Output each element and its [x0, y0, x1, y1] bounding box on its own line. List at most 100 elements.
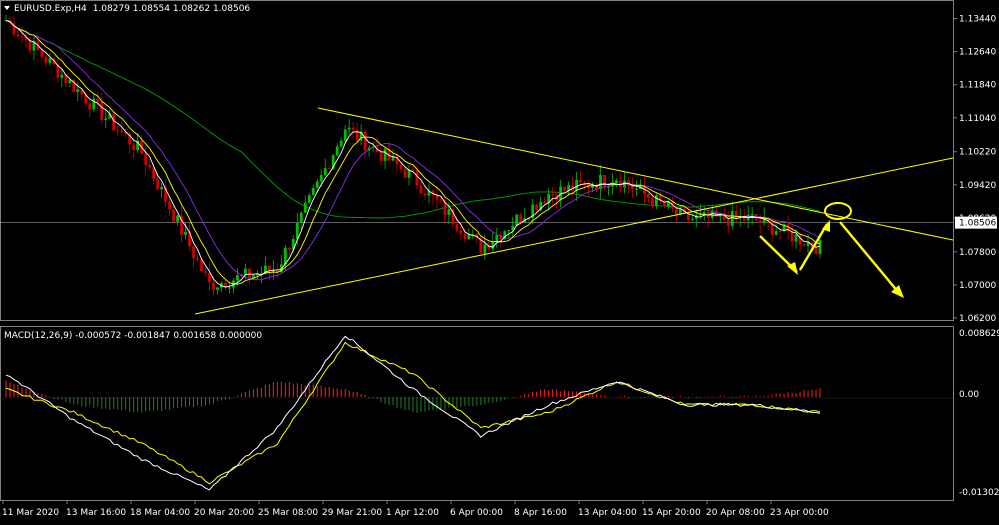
candle-body — [228, 287, 231, 289]
candle-body — [343, 129, 347, 141]
lower-trendline[interactable] — [194, 157, 954, 315]
time-tick-label: 1 Apr 12:00 — [386, 508, 439, 518]
candle-body — [403, 169, 407, 178]
candle-body — [168, 201, 171, 210]
candles-layer — [4, 15, 822, 296]
candle-body — [92, 98, 96, 110]
symbol-header: EURUSD.Exp,H4 1.08279 1.08554 1.08262 1.0… — [14, 4, 250, 14]
candle-body — [315, 181, 319, 188]
time-tick-label: 18 Mar 04:00 — [130, 508, 190, 518]
time-tick-label: 13 Mar 16:00 — [66, 508, 126, 518]
upper-trendline[interactable] — [317, 107, 954, 241]
candle-body — [551, 194, 555, 196]
candle-body — [790, 231, 794, 242]
current-price-label: 1.08506 — [959, 219, 996, 229]
candle-body — [774, 231, 778, 235]
candle-body — [20, 36, 24, 38]
candle-body — [794, 234, 798, 242]
candle-body — [459, 230, 463, 234]
candle-body — [543, 201, 547, 204]
price-axis: 1.13440 1.12640 1.11840 1.11040 1.10220 1.094… — [953, 15, 996, 324]
triangle-down-icon[interactable] — [4, 6, 10, 10]
candle-body — [615, 180, 618, 184]
time-tick-label: 6 Apr 00:00 — [450, 508, 503, 518]
candle-body — [579, 179, 582, 183]
candle-body — [355, 129, 359, 141]
price-tick-label: 1.10220 — [959, 148, 996, 158]
candle-body — [196, 258, 199, 260]
candle-body — [44, 56, 48, 63]
candle-body — [307, 195, 311, 203]
candle-body — [507, 230, 511, 232]
ma-long-layer — [5, 19, 821, 219]
candle-body — [299, 212, 303, 223]
candle-body — [48, 58, 52, 63]
candle-body — [347, 127, 351, 130]
candle-body — [603, 174, 606, 188]
candle-body — [750, 214, 754, 216]
chart-canvas[interactable]: EURUSD.Exp,H4 1.08279 1.08554 1.08262 1.0… — [0, 0, 999, 521]
candle-body — [758, 220, 762, 224]
ma-slow-line — [5, 19, 821, 281]
macd-main-line — [5, 335, 821, 491]
candle-body — [818, 240, 822, 254]
candle-body — [132, 144, 136, 151]
price-tick-label: 1.13440 — [959, 15, 996, 25]
candle-body — [216, 287, 219, 290]
time-tick-label: 25 Mar 08:00 — [258, 508, 318, 518]
candle-body — [483, 244, 487, 254]
candle-body — [674, 208, 678, 215]
candle-body — [204, 270, 207, 273]
candle-body — [515, 214, 519, 226]
candle-body — [60, 74, 64, 78]
chart-window: EURUSD.Exp,H4 1.08279 1.08554 1.08262 1.0… — [0, 0, 999, 521]
candle-body — [248, 268, 251, 279]
candle-body — [176, 215, 179, 222]
macd-tick-label: 0.00 — [959, 390, 979, 400]
price-panel-border — [0, 0, 954, 321]
candle-body — [583, 182, 586, 184]
candle-body — [200, 259, 203, 271]
candle-body — [112, 113, 116, 131]
price-tick-label: 1.11040 — [959, 114, 996, 124]
candle-body — [415, 170, 419, 186]
time-tick-label: 20 Apr 08:00 — [706, 508, 765, 518]
candle-body — [244, 268, 247, 275]
candle-body — [319, 175, 323, 182]
price-tick-label: 1.06200 — [959, 314, 996, 324]
candle-body — [287, 247, 291, 250]
candle-body — [491, 241, 495, 249]
time-tick-label: 13 Apr 04:00 — [578, 508, 637, 518]
candle-body — [160, 186, 164, 190]
candle-body — [116, 130, 120, 132]
candle-body — [439, 199, 443, 201]
candle-body — [423, 193, 427, 196]
candle-body — [575, 179, 578, 191]
macd-histogram — [5, 380, 821, 413]
time-tick-label: 29 Mar 21:00 — [322, 508, 382, 518]
macd-lines — [5, 335, 821, 491]
candle-body — [379, 152, 383, 161]
candle-body — [311, 187, 315, 196]
price-tick-label: 1.12640 — [959, 48, 996, 58]
macd-title: MACD(12,26,9) -0.000572 -0.001847 0.0016… — [4, 331, 262, 341]
candle-body — [399, 164, 403, 170]
candle-body — [192, 246, 195, 259]
candle-body — [323, 168, 327, 176]
forecast-path[interactable] — [759, 220, 904, 298]
candle-body — [120, 130, 124, 133]
candle-body — [383, 148, 387, 161]
candle-body — [467, 234, 471, 240]
macd-tick-label: 0.008629 — [959, 329, 999, 339]
candle-body — [655, 195, 658, 206]
candle-body — [104, 118, 108, 120]
candle-body — [651, 198, 654, 206]
candle-body — [96, 98, 100, 102]
candle-body — [236, 275, 239, 281]
candle-body — [335, 146, 339, 156]
candle-body — [172, 209, 175, 222]
price-tick-label: 1.11840 — [959, 81, 996, 91]
candle-body — [303, 202, 307, 213]
candle-body — [814, 247, 818, 254]
time-tick-label: 23 Apr 00:00 — [770, 508, 829, 518]
